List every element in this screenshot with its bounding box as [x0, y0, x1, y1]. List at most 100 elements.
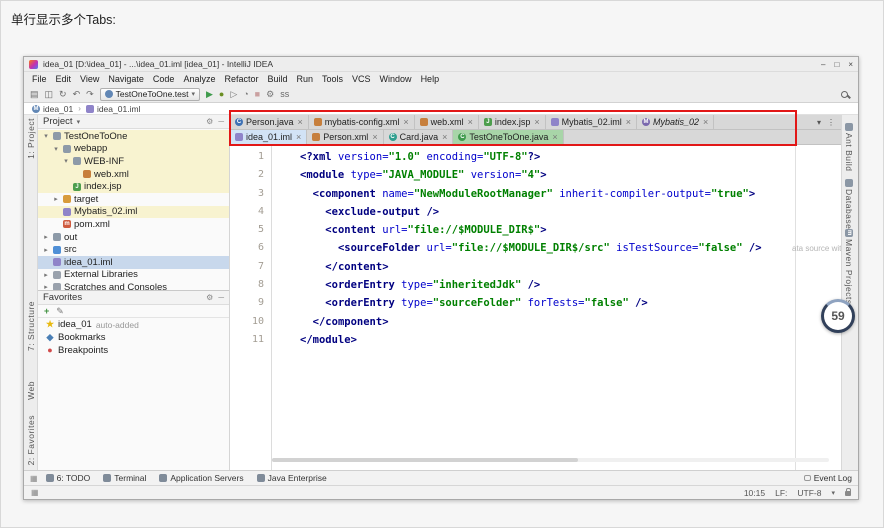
- tree-item-testonetoone[interactable]: ▾ TestOneToOne: [38, 130, 229, 143]
- save-all-icon[interactable]: ◫: [45, 89, 54, 99]
- toolwindow-quick-access-icon[interactable]: ▦: [31, 488, 39, 497]
- run-config-select[interactable]: TestOneToOne.test ▾: [99, 87, 200, 101]
- tree-arrow[interactable]: ▸: [42, 271, 50, 279]
- edit-icon[interactable]: ✎: [56, 306, 64, 317]
- tab-close-icon[interactable]: ×: [296, 132, 301, 142]
- file-encoding[interactable]: UTF-8: [797, 488, 821, 498]
- hide-panel-icon[interactable]: ─: [218, 293, 224, 302]
- tree-arrow[interactable]: ▾: [62, 157, 70, 165]
- menu-code[interactable]: Code: [149, 74, 179, 84]
- menu-window[interactable]: Window: [376, 74, 416, 84]
- tree-arrow[interactable]: ▾: [52, 145, 60, 153]
- tab-close-icon[interactable]: ×: [626, 117, 631, 127]
- scrollbar-thumb[interactable]: [272, 458, 579, 462]
- tool-button-2-favorites[interactable]: 2: Favorites: [26, 415, 36, 465]
- toolwindow-button-terminal[interactable]: Terminal: [103, 473, 146, 483]
- redo-icon[interactable]: ↷: [86, 89, 94, 99]
- menu-view[interactable]: View: [76, 74, 103, 84]
- tab-person-xml[interactable]: Person.xml ×: [307, 130, 384, 144]
- menu-refactor[interactable]: Refactor: [220, 74, 262, 84]
- horizontal-scrollbar[interactable]: [272, 458, 829, 462]
- tab-index-jsp[interactable]: Jindex.jsp ×: [478, 115, 546, 129]
- favorites-item-breakpoints[interactable]: ● Breakpoints: [38, 344, 229, 357]
- tree-arrow[interactable]: ▸: [42, 246, 50, 254]
- debug-icon[interactable]: ●: [219, 89, 224, 99]
- toolwindow-button-6-todo[interactable]: 6: TODO: [45, 473, 90, 483]
- menu-file[interactable]: File: [28, 74, 51, 84]
- menu-run[interactable]: Run: [293, 74, 318, 84]
- undo-icon[interactable]: ↶: [73, 89, 81, 99]
- close-button[interactable]: ×: [848, 60, 853, 69]
- favorites-item-bookmarks[interactable]: ◆ Bookmarks: [38, 331, 229, 344]
- profiler-icon[interactable]: ◔: [243, 89, 248, 99]
- tool-button-maven-projects[interactable]: m Maven Projects: [844, 227, 854, 305]
- tool-button-1-project[interactable]: 1: Project: [26, 118, 36, 159]
- toolwindow-button-application-servers[interactable]: Application Servers: [159, 473, 244, 483]
- tab-close-icon[interactable]: ×: [703, 117, 708, 127]
- tree-arrow[interactable]: ▾: [42, 132, 50, 140]
- tab-idea-01-iml[interactable]: idea_01.iml ×: [230, 130, 308, 144]
- add-icon[interactable]: +: [44, 306, 49, 316]
- tree-arrow[interactable]: ▸: [42, 233, 50, 241]
- tree-item-target[interactable]: ▸ target: [38, 193, 229, 206]
- run-coverage-icon[interactable]: ▷: [230, 89, 237, 99]
- tree-item-idea-01-iml[interactable]: idea_01.iml: [38, 255, 229, 269]
- menu-tools[interactable]: Tools: [318, 74, 347, 84]
- menu-edit[interactable]: Edit: [52, 74, 76, 84]
- tree-item-mybatis-02-iml[interactable]: Mybatis_02.iml: [38, 205, 229, 219]
- maximize-button[interactable]: □: [834, 60, 839, 69]
- tab-testonetoone-java[interactable]: C TestOneToOne.java ×: [453, 130, 564, 144]
- reading-progress-badge[interactable]: 59: [821, 299, 855, 333]
- tab-close-icon[interactable]: ×: [552, 132, 557, 142]
- ss-icon[interactable]: ss: [280, 89, 289, 99]
- line-separator-indicator[interactable]: LF:: [775, 488, 787, 498]
- settings-icon[interactable]: ⚙: [206, 117, 213, 126]
- tree-arrow[interactable]: ▸: [52, 195, 60, 203]
- toolwindow-button-java-enterprise[interactable]: Java Enterprise: [256, 473, 327, 483]
- breadcrumb-item-idea-01[interactable]: Midea_01: [32, 104, 73, 114]
- event-log-button[interactable]: Event Log: [803, 473, 852, 483]
- menu-navigate[interactable]: Navigate: [104, 74, 148, 84]
- tool-button-database[interactable]: Database: [844, 177, 854, 229]
- editor-options-icon[interactable]: ⋮: [827, 118, 835, 127]
- tool-button-7-structure[interactable]: 7: Structure: [26, 301, 36, 351]
- editor-code[interactable]: <?xml version="1.0" encoding="UTF-8"?> <m…: [272, 145, 841, 470]
- tab-person-java[interactable]: C Person.java ×: [230, 115, 309, 129]
- sync-icon[interactable]: ↻: [59, 89, 67, 99]
- search-everywhere-icon[interactable]: [841, 90, 848, 98]
- tool-button-web[interactable]: Web: [26, 381, 36, 400]
- tab-card-java[interactable]: C Card.java ×: [383, 130, 454, 144]
- tool-button-ant-build[interactable]: Ant Build: [844, 121, 854, 172]
- tree-item-src[interactable]: ▸ src: [38, 243, 229, 256]
- run-icon[interactable]: ▶: [206, 89, 213, 99]
- tab-close-icon[interactable]: ×: [403, 117, 408, 127]
- lock-icon[interactable]: [845, 488, 851, 496]
- tab-mybatis-02[interactable]: M Mybatis_02 ×: [636, 115, 715, 129]
- tree-item-scratches-and-consoles[interactable]: ▸ Scratches and Consoles: [38, 281, 229, 290]
- toolwindow-switcher-icon[interactable]: ▦: [30, 474, 38, 483]
- tab-close-icon[interactable]: ×: [442, 132, 447, 142]
- tab-close-icon[interactable]: ×: [372, 132, 377, 142]
- favorites-item-idea-01[interactable]: ★ idea_01 auto-added: [38, 318, 229, 331]
- tab-close-icon[interactable]: ×: [298, 117, 303, 127]
- menu-analyze[interactable]: Analyze: [179, 74, 219, 84]
- collapse-all-icon[interactable]: ─: [218, 117, 224, 126]
- tab-close-icon[interactable]: ×: [468, 117, 473, 127]
- tree-item-index-jsp[interactable]: Jindex.jsp: [38, 180, 229, 193]
- tree-item-webapp[interactable]: ▾ webapp: [38, 142, 229, 156]
- show-hidden-tabs-icon[interactable]: ▾: [817, 118, 821, 127]
- settings-icon[interactable]: ⚙: [266, 89, 274, 99]
- settings-icon[interactable]: ⚙: [206, 293, 213, 302]
- chevron-down-icon[interactable]: ▾: [77, 118, 81, 126]
- tab-mybatis-config-xml[interactable]: mybatis-config.xml ×: [308, 115, 415, 129]
- menu-vcs[interactable]: VCS: [348, 74, 375, 84]
- minimize-button[interactable]: –: [821, 60, 825, 69]
- breadcrumb-item-idea-01-iml[interactable]: idea_01.iml: [85, 104, 140, 114]
- menu-help[interactable]: Help: [417, 74, 444, 84]
- tab-web-xml[interactable]: web.xml ×: [414, 115, 479, 129]
- caret-position[interactable]: 10:15: [744, 488, 765, 498]
- tree-arrow[interactable]: ▸: [42, 283, 50, 290]
- tree-item-web-inf[interactable]: ▾ WEB-INF: [38, 155, 229, 168]
- open-icon[interactable]: ▤: [30, 89, 39, 99]
- tree-item-web-xml[interactable]: web.xml: [38, 167, 229, 181]
